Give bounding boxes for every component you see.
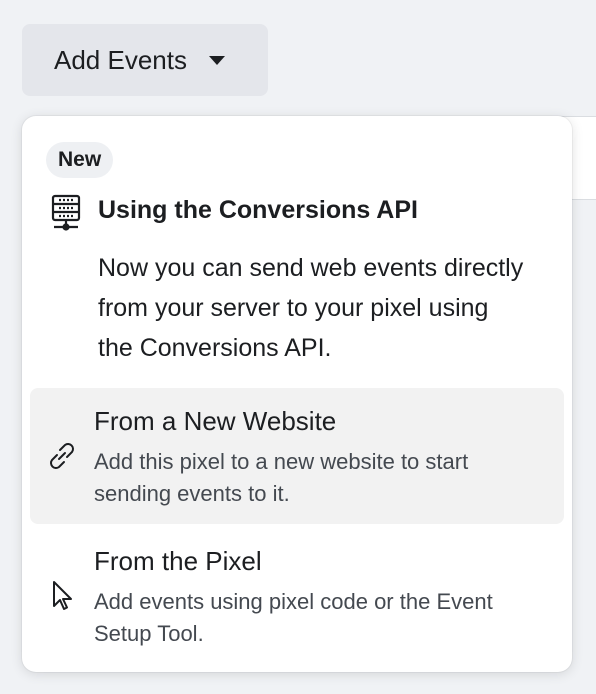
add-events-label: Add Events	[54, 44, 187, 75]
option-title: From the Pixel	[94, 546, 262, 576]
add-events-button[interactable]: Add Events	[22, 24, 268, 96]
link-icon	[50, 443, 74, 469]
option-description: Add events using pixel code or the Event…	[94, 589, 493, 646]
caret-down-icon	[208, 55, 225, 65]
option-description: Add this pixel to a new website to start…	[94, 449, 469, 506]
cursor-icon	[53, 581, 72, 610]
capi-title: Using the Conversions API	[98, 196, 418, 224]
option-title: From a New Website	[94, 406, 337, 436]
server-icon	[51, 194, 81, 231]
capi-description: Now you can send web events directly fro…	[98, 254, 524, 362]
new-badge: New	[46, 142, 114, 178]
option-new-website[interactable]: From a New Website Add this pixel to a n…	[30, 388, 564, 524]
option-from-pixel[interactable]: From the Pixel Add events using pixel co…	[30, 528, 564, 664]
add-events-menu: New Using the Conversions API Now you ca…	[22, 116, 572, 672]
